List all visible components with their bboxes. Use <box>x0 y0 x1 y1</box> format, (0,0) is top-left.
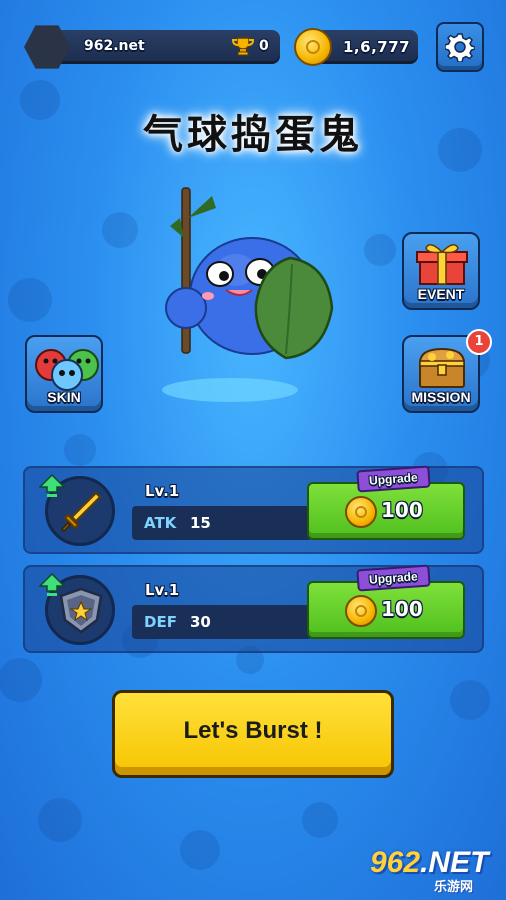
trophy-icon <box>232 37 254 56</box>
lets-burst-button[interactable]: Let's Burst ! <box>112 690 394 778</box>
mission-label: MISSION <box>411 389 471 405</box>
coin-icon <box>294 28 332 66</box>
lets-burst-label: Let's Burst ! <box>183 717 323 744</box>
treasure-chest-icon <box>418 347 466 388</box>
watermark-logo: 962.NET <box>370 846 488 880</box>
settings-gear-icon <box>445 33 475 62</box>
trophy-count: 0 <box>259 38 269 54</box>
defense-upgrade-button[interactable]: Upgrade 100 <box>307 564 465 639</box>
skin-button[interactable]: SKIN <box>25 335 103 413</box>
attack-stat-panel: Lv.1 ATK 15 Upgrade 100 <box>23 465 484 554</box>
coin-count: 1,6,777 <box>343 38 411 56</box>
defense-upgrade-cost: 100 <box>381 597 423 621</box>
skin-label: SKIN <box>47 389 81 405</box>
attack-upgrade-cost: 100 <box>381 498 423 522</box>
watermark-suffix: .NET <box>420 846 489 879</box>
balloon-trio-icon <box>35 349 99 391</box>
watermark-sub: 乐游网 <box>434 880 474 895</box>
defense-upgrade-tag: Upgrade <box>356 564 431 592</box>
event-button[interactable]: EVENT <box>402 232 480 310</box>
attack-stat-value: 15 <box>190 514 211 532</box>
attack-upgrade-button[interactable]: Upgrade 100 <box>307 465 465 540</box>
defense-stat-bar: DEF 30 <box>132 605 312 639</box>
defense-stat-name: DEF <box>144 613 177 631</box>
attack-stat-bar: ATK 15 <box>132 506 312 540</box>
event-label: EVENT <box>417 286 465 302</box>
defense-stat-panel: Lv.1 DEF 30 Upgrade 100 <box>23 564 484 653</box>
up-arrow-icon <box>39 474 65 497</box>
coin-icon <box>345 595 377 627</box>
gift-box-icon <box>416 244 468 285</box>
defense-stat-value: 30 <box>190 613 211 631</box>
settings-button[interactable] <box>436 22 484 72</box>
watermark-prefix: 962 <box>370 846 421 879</box>
site-watermark: 962.NET 乐游网 <box>364 846 500 896</box>
up-arrow-icon <box>39 573 65 596</box>
attack-upgrade-tag: Upgrade <box>356 465 431 493</box>
mission-notification-badge: 1 <box>466 329 492 355</box>
character-blob <box>162 187 334 402</box>
attack-level: Lv.1 <box>145 482 180 500</box>
defense-level: Lv.1 <box>145 581 180 599</box>
attack-stat-name: ATK <box>144 514 177 532</box>
game-title: 气球捣蛋鬼 <box>143 111 363 158</box>
coin-icon <box>345 496 377 528</box>
player-name: 962.net <box>84 38 145 54</box>
